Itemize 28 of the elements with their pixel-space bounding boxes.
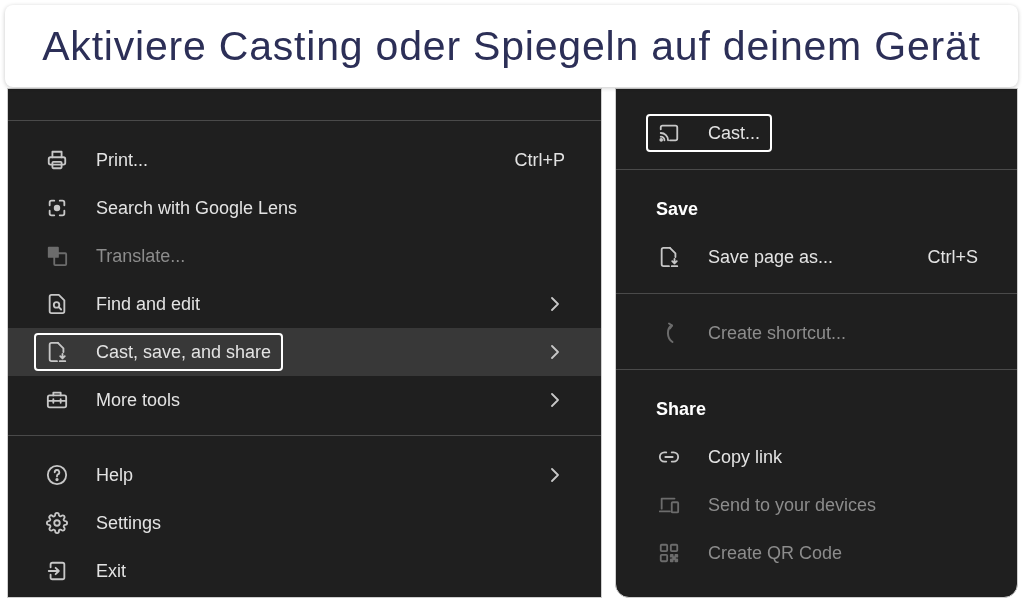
document-download-icon xyxy=(46,341,68,363)
menu-item[interactable]: Print... Ctrl+P xyxy=(8,136,601,184)
menu-item[interactable]: Cast, save, and share xyxy=(8,328,601,376)
menu-item[interactable]: Save page as... Ctrl+S xyxy=(616,233,1017,281)
menu-item[interactable]: Find and edit xyxy=(8,280,601,328)
menu-item[interactable]: More tools xyxy=(8,376,601,424)
menu-item[interactable]: Exit xyxy=(8,547,601,595)
overlapping-squares-icon xyxy=(46,245,68,267)
banner-title: Aktiviere Casting oder Spiegeln auf deinem Gerät xyxy=(42,22,981,70)
settings-icon xyxy=(46,512,68,534)
shortcut-text: Ctrl+S xyxy=(927,246,978,268)
menu-item[interactable]: Settings xyxy=(8,499,601,547)
scan-frame-icon xyxy=(46,197,68,219)
shortcut-text: Ctrl+P xyxy=(514,149,565,171)
qr-code-icon xyxy=(658,542,680,564)
section-heading: Share xyxy=(656,398,707,420)
cast-icon xyxy=(658,122,680,144)
toolbox-icon xyxy=(46,389,68,411)
document-search-icon xyxy=(46,293,68,315)
menu-item[interactable]: Cast... xyxy=(616,109,1017,157)
menu-item[interactable]: Search with Google Lens xyxy=(8,184,601,232)
document-download-icon xyxy=(658,246,680,268)
menu-item[interactable]: Copy link xyxy=(616,433,1017,481)
section-heading: Save xyxy=(656,198,699,220)
printer-icon xyxy=(46,149,68,171)
menu-item[interactable]: Help xyxy=(8,451,601,499)
help-icon xyxy=(46,464,68,486)
exit-icon xyxy=(46,560,68,582)
